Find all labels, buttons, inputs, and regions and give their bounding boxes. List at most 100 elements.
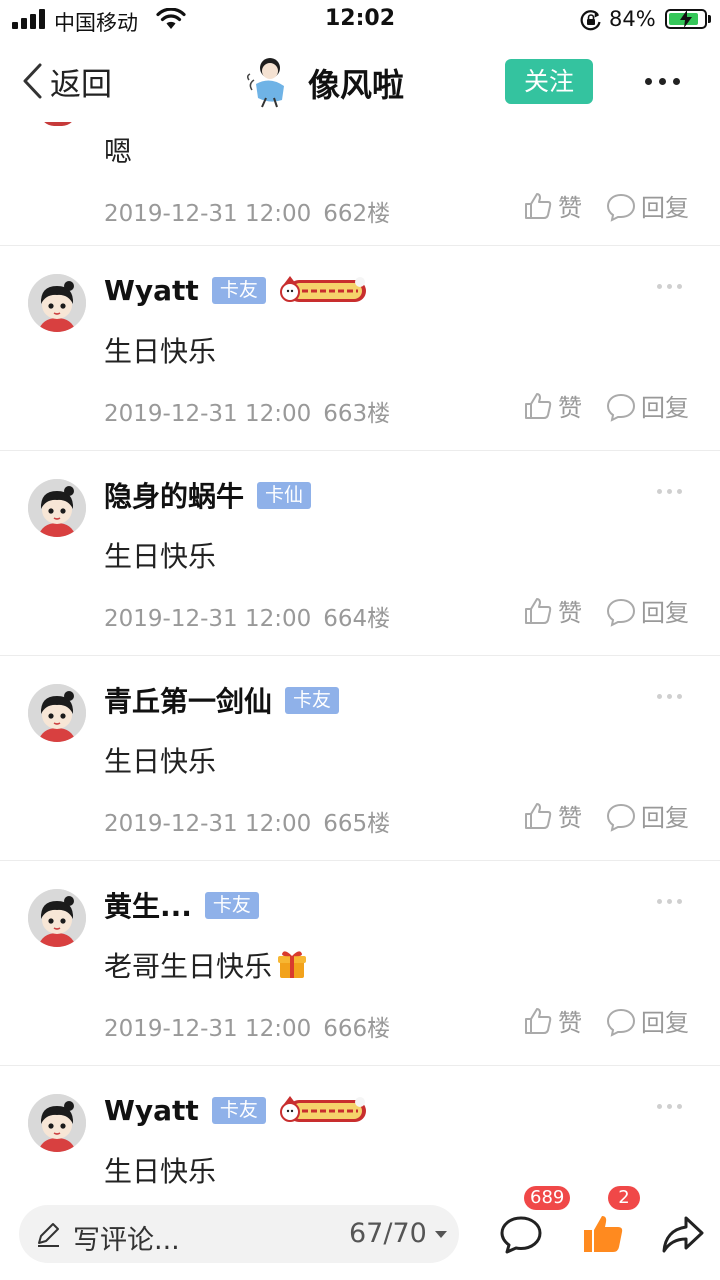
username[interactable]: 隐身的蜗牛 [104,475,244,515]
comment-header: Wyatt 卡友 [104,1090,368,1130]
floor-number: 665楼 [323,811,391,837]
comment-text-row: 生日快乐 [104,535,216,575]
like-button[interactable]: 赞 [522,593,582,628]
like-button[interactable]: 赞 [522,188,582,223]
reply-button[interactable]: 回复 [605,388,689,423]
back-button[interactable]: 返回 [20,60,112,103]
comment-text: 生日快乐 [104,1155,217,1188]
avatar[interactable] [40,122,76,126]
comment-date: 2019-12-31 12:00 [104,201,312,227]
status-bar: 中国移动 12:02 84% [0,0,720,40]
reply-bubble-icon [606,598,636,627]
comment-header: 青丘第一剑仙 卡友 [104,680,340,720]
share-icon[interactable] [660,1212,706,1256]
comment-header: 黄生... 卡友 [104,885,259,925]
like-button[interactable]: 赞 [522,1003,582,1038]
more-icon[interactable] [655,1102,685,1110]
comment-date: 2019-12-31 12:00 [104,401,312,427]
back-label: 返回 [50,66,112,103]
follow-button[interactable]: 关注 [505,59,593,104]
rotation-lock-icon [580,10,601,31]
comment-date: 2019-12-31 12:00 [104,606,312,632]
more-icon[interactable] [640,68,684,94]
chevron-down-icon[interactable] [435,1231,447,1238]
comment-text: 老哥生日快乐 [104,950,273,983]
reply-button[interactable]: 回复 [605,1003,689,1038]
avatar-face-icon [28,684,86,742]
reply-label: 回复 [641,804,689,832]
avatar[interactable] [28,889,86,947]
like-label: 赞 [558,194,582,222]
user-badge: 卡友 [211,276,266,304]
avatar[interactable] [28,274,86,332]
avatar-face-icon [28,1094,86,1152]
avatar-face-icon [28,889,86,947]
like-icon[interactable] [580,1210,626,1256]
reply-label: 回复 [641,394,689,422]
like-button[interactable]: 赞 [522,798,582,833]
comment-text: 生日快乐 [104,540,217,573]
username[interactable]: 黄生... [104,885,192,925]
battery-cap [708,15,711,23]
more-icon[interactable] [655,487,685,495]
floor-number: 666楼 [323,1016,391,1042]
username[interactable]: Wyatt [104,1094,199,1127]
pen-icon [38,1223,59,1247]
like-count-badge: 2 [608,1186,640,1210]
comment-text-row: 生日快乐 [104,1150,216,1190]
comment-text: 生日快乐 [104,335,217,368]
comment-item: 嗯 2019-12-31 12:00 662楼 赞 回复 [0,122,720,246]
avatar[interactable] [28,479,86,537]
more-icon[interactable] [655,897,685,905]
like-label: 赞 [558,1009,582,1037]
battery-percent: 84% [609,7,656,31]
more-icon[interactable] [655,282,685,290]
comment-item: 隐身的蜗牛 卡仙 生日快乐 2019-12-31 12:00 664楼 赞 回复 [0,451,720,656]
comment-meta: 2019-12-31 12:00 662楼 [104,194,390,228]
reply-button[interactable]: 回复 [605,798,689,833]
comment-text-row: 生日快乐 [104,740,216,780]
comment-text: 生日快乐 [104,745,217,778]
thumbs-up-icon [525,597,552,624]
floor-number: 664楼 [323,606,391,632]
comment-item: Wyatt 卡友生日快乐 2019-12-31 12:00 663楼 赞 回复 [0,246,720,451]
battery-icon [665,9,707,29]
thumbs-up-icon [525,802,552,829]
reply-bubble-icon [606,393,636,422]
avatar-face-icon [28,479,86,537]
christmas-badge-icon [279,276,366,302]
user-badge: 卡友 [211,1096,266,1124]
comment-list[interactable]: 嗯 2019-12-31 12:00 662楼 赞 回复 Wyatt 卡友 生日快乐 2… [0,122,720,1190]
page-indicator[interactable]: 67/70 [349,1218,427,1249]
charging-bolt-icon [680,10,692,28]
username[interactable]: Wyatt [104,274,199,307]
comment-date: 2019-12-31 12:00 [104,1016,312,1042]
author-avatar[interactable] [244,54,294,108]
comment-meta: 2019-12-31 12:00 664楼 [104,599,390,633]
reply-bubble-icon [606,193,636,222]
floor-number: 662楼 [323,201,391,227]
avatar[interactable] [28,1094,86,1152]
back-chevron-icon [23,63,42,99]
comment-placeholder: 写评论... [73,1225,180,1256]
avatar[interactable] [28,684,86,742]
reply-button[interactable]: 回复 [605,593,689,628]
comment-count-badge: 689 [524,1186,571,1210]
comment-input[interactable]: 写评论... 67/70 [19,1205,459,1263]
like-button[interactable]: 赞 [522,388,582,423]
comment-text-row: 老哥生日快乐 [104,945,308,985]
gift-icon [278,951,307,978]
reply-button[interactable]: 回复 [605,188,689,223]
comment-item: 黄生... 卡友老哥生日快乐 2019-12-31 12:00 666楼 赞 回复 [0,861,720,1066]
reply-bubble-icon [606,803,636,832]
comment-date: 2019-12-31 12:00 [104,811,312,837]
comment-item: Wyatt 卡友生日快乐 [0,1066,720,1190]
like-label: 赞 [558,599,582,627]
thumbs-up-icon [525,392,552,419]
user-badge: 卡友 [285,686,340,714]
comment-item: 青丘第一剑仙 卡友生日快乐 2019-12-31 12:00 665楼 赞 回复 [0,656,720,861]
username[interactable]: 青丘第一剑仙 [104,680,272,720]
more-icon[interactable] [655,692,685,700]
comment-icon[interactable] [498,1212,544,1256]
floor-number: 663楼 [323,401,391,427]
